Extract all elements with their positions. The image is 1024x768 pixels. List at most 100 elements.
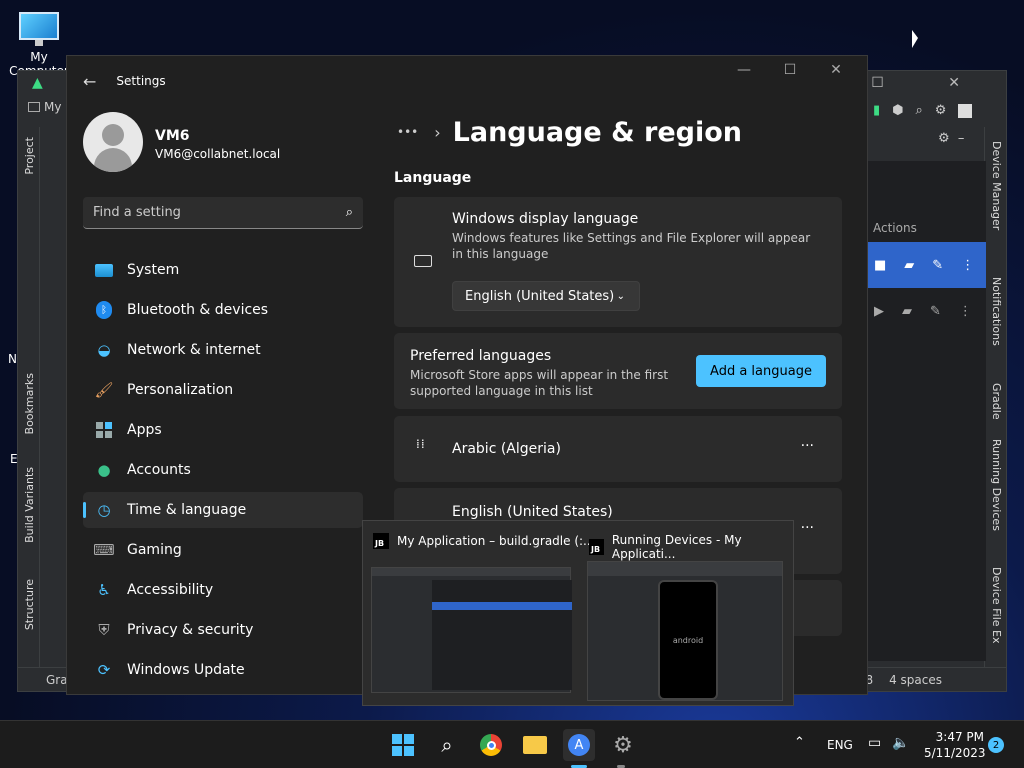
drag-handle-icon[interactable]: ⁞⁞ xyxy=(416,438,426,450)
settings-window-controls: — ☐ ✕ xyxy=(721,62,859,78)
android-icon: ▲ xyxy=(32,75,43,91)
nav-bluetooth[interactable]: ᛒ Bluetooth & devices xyxy=(83,292,363,328)
ide-tab[interactable]: My xyxy=(44,100,61,114)
tool-running-devices[interactable]: Running Devices xyxy=(990,439,1003,531)
chevron-up-icon[interactable]: ⌃ xyxy=(794,735,805,750)
input-language[interactable]: ENG xyxy=(827,738,853,752)
page-title: Language & region xyxy=(452,116,743,148)
ide-left-toolbar: Project Bookmarks Build Variants Structu… xyxy=(18,127,40,687)
nav-label: Bluetooth & devices xyxy=(127,302,269,318)
nav-label: Apps xyxy=(127,422,162,438)
device-icon[interactable]: ▮ xyxy=(873,103,880,118)
tool-bookmarks[interactable]: Bookmarks xyxy=(23,373,36,434)
shield-icon: ⛨ xyxy=(98,621,110,639)
maximize-button[interactable]: ☐ xyxy=(767,62,813,78)
search-box[interactable]: Find a setting ⌕ xyxy=(83,197,363,229)
settings-app-button[interactable]: ⚙ xyxy=(607,729,639,761)
android-studio-button[interactable]: A xyxy=(563,729,595,761)
computer-icon xyxy=(17,12,61,48)
edit-icon[interactable]: ✎ xyxy=(930,304,941,319)
nav-gaming[interactable]: ⌨ Gaming xyxy=(83,532,363,568)
nav-privacy[interactable]: ⛨ Privacy & security xyxy=(83,612,363,648)
settings-title: Settings xyxy=(116,74,166,88)
nav-label: Personalization xyxy=(127,382,234,398)
more-options-icon[interactable]: ··· xyxy=(801,438,814,454)
network-icon[interactable]: ▭ xyxy=(868,735,881,751)
preferred-desc: Microsoft Store apps will appear in the … xyxy=(410,368,669,398)
stop-icon[interactable]: ■ xyxy=(874,258,886,273)
preview-thumbnail[interactable] xyxy=(371,567,572,693)
notification-badge[interactable]: 2 xyxy=(988,737,1004,753)
tool-project[interactable]: Project xyxy=(23,137,36,175)
section-title: Language xyxy=(394,170,472,186)
more-icon[interactable]: ⋮ xyxy=(961,258,974,273)
start-button[interactable] xyxy=(387,729,419,761)
folder-icon[interactable]: ▰ xyxy=(904,258,914,273)
chevron-down-icon: ⌄ xyxy=(616,290,625,302)
preferred-title: Preferred languages xyxy=(410,348,552,364)
android-boot-text: android xyxy=(672,636,704,645)
nav-label: Time & language xyxy=(127,502,247,518)
avatar-icon[interactable] xyxy=(958,103,973,118)
search-input[interactable]: Find a setting xyxy=(93,205,346,220)
nav-accessibility[interactable]: ♿ Accessibility xyxy=(83,572,363,608)
nav-label: Windows Update xyxy=(127,662,245,678)
jetbrains-icon: JB xyxy=(589,539,604,555)
add-language-button[interactable]: Add a language xyxy=(696,355,826,387)
tool-build-variants[interactable]: Build Variants xyxy=(23,467,36,543)
clock-date: 5/11/2023 xyxy=(924,746,986,760)
gear-icon[interactable]: ⚙ xyxy=(935,103,947,118)
clock[interactable]: 3:47 PM 5/11/2023 xyxy=(924,729,986,761)
nav-network[interactable]: ◒ Network & internet xyxy=(83,332,363,368)
dropdown-value: English (United States) xyxy=(465,288,615,304)
tool-gradle[interactable]: Gradle xyxy=(990,383,1003,420)
ide-tab-icon xyxy=(28,102,40,112)
status-indent[interactable]: 4 spaces xyxy=(889,673,942,687)
chrome-button[interactable] xyxy=(475,729,507,761)
minimize-button[interactable]: — xyxy=(721,62,767,78)
display-language-desc: Windows features like Settings and File … xyxy=(452,231,811,261)
nav-system[interactable]: System xyxy=(83,252,363,288)
chrome-icon xyxy=(480,734,502,756)
nav-windows-update[interactable]: ⟳ Windows Update xyxy=(83,652,363,688)
nav-personalization[interactable]: 🖌 Personalization xyxy=(83,372,363,408)
volume-icon[interactable]: 🔈 xyxy=(892,735,909,751)
device-manager-panel xyxy=(868,161,986,661)
tool-device-manager[interactable]: Device Manager xyxy=(990,141,1003,230)
update-icon: ⟳ xyxy=(97,661,111,679)
nav-label: Network & internet xyxy=(127,342,261,358)
device-row-selected[interactable]: ■ ▰ ✎ ⋮ xyxy=(868,242,986,288)
system-icon xyxy=(93,261,115,279)
panel-settings-gear-icon[interactable]: ⚙ – xyxy=(938,131,964,146)
ide-right-toolbar: Device Manager Notifications Gradle Runn… xyxy=(984,127,1006,687)
file-explorer-button[interactable] xyxy=(519,729,551,761)
back-arrow-icon[interactable]: ← xyxy=(83,72,96,91)
nav-time-language[interactable]: ◷ Time & language xyxy=(83,492,363,528)
nav-accounts[interactable]: ● Accounts xyxy=(83,452,363,488)
breadcrumb-more[interactable]: ••• xyxy=(397,125,418,139)
more-options-icon[interactable]: ··· xyxy=(801,520,814,536)
tool-notifications[interactable]: Notifications xyxy=(990,277,1003,346)
preview-title[interactable]: JB Running Devices - My Applicati... xyxy=(589,533,793,561)
nav-label: Accessibility xyxy=(127,582,214,598)
search-icon[interactable]: ⌕ xyxy=(916,103,923,118)
more-icon[interactable]: ⋮ xyxy=(959,304,972,319)
display-language-dropdown[interactable]: English (United States) ⌄ xyxy=(452,281,640,311)
tool-device-file-explorer[interactable]: Device File Ex xyxy=(990,567,1003,643)
preview-thumbnail[interactable]: android xyxy=(587,561,783,701)
nav-apps[interactable]: Apps xyxy=(83,412,363,448)
user-avatar[interactable] xyxy=(83,112,143,172)
display-language-title: Windows display language xyxy=(452,211,639,227)
folder-icon xyxy=(523,736,547,754)
language-name: Arabic (Algeria) xyxy=(452,441,561,457)
edit-icon[interactable]: ✎ xyxy=(932,258,943,273)
play-icon[interactable]: ▶ xyxy=(874,304,884,319)
sdk-icon[interactable]: ⬢ xyxy=(892,103,903,118)
tool-structure[interactable]: Structure xyxy=(23,579,36,630)
language-item[interactable]: ⁞⁞ Arabic (Algeria) ··· xyxy=(394,416,842,482)
folder-icon[interactable]: ▰ xyxy=(902,304,912,319)
preview-title[interactable]: JB My Application – build.gradle (:... xyxy=(373,533,595,549)
preferred-languages-card: Preferred languages Microsoft Store apps… xyxy=(394,333,842,409)
search-button[interactable]: ⌕ xyxy=(431,729,463,761)
close-button[interactable]: ✕ xyxy=(813,62,859,78)
